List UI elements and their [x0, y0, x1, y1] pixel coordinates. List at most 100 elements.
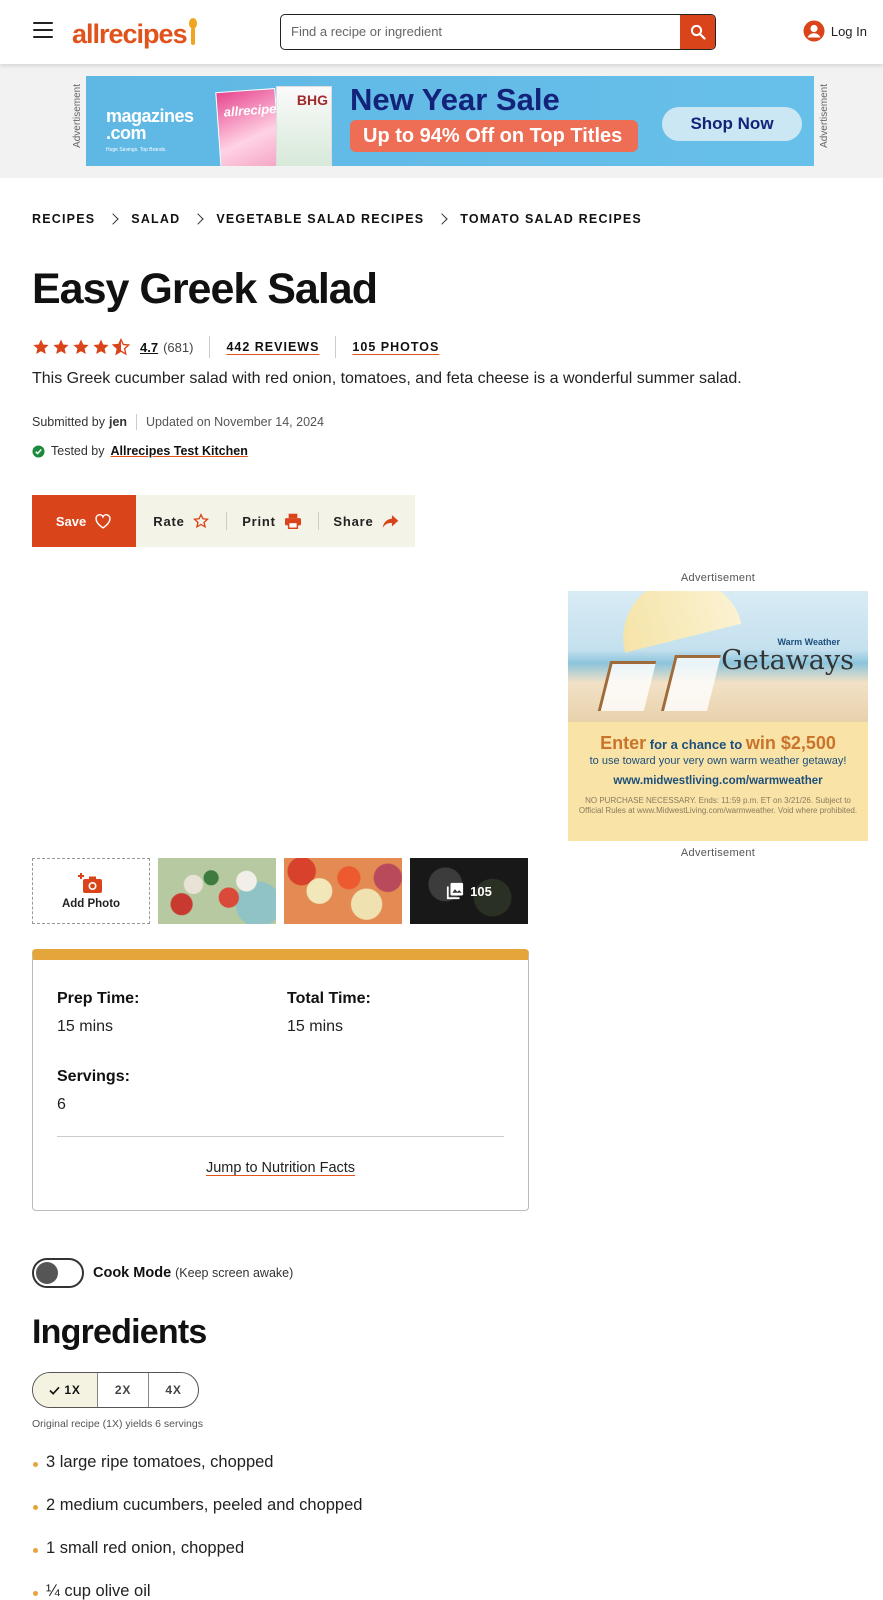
spoon-icon: [188, 18, 198, 46]
heart-icon: [95, 514, 111, 529]
recipe-title: Easy Greek Salad: [32, 265, 378, 313]
search-button[interactable]: [680, 15, 715, 49]
recipe-photo-thumbnail[interactable]: [158, 858, 276, 924]
servings-label: Servings:: [57, 1068, 130, 1085]
search-icon: [690, 24, 706, 40]
ad-label-right: Advertisement: [819, 84, 830, 148]
chevron-right-icon: [436, 213, 448, 225]
jump-to-nutrition-link[interactable]: Jump to Nutrition Facts: [33, 1160, 528, 1176]
breadcrumb-recipes[interactable]: RECIPES: [32, 212, 95, 226]
recipe-details-card: Prep Time: 15 mins Total Time: 15 mins S…: [32, 949, 529, 1211]
ingredient-text: 3 large ripe tomatoes, chopped: [46, 1453, 274, 1471]
yields-note: Original recipe (1X) yields 6 servings: [32, 1418, 203, 1430]
cook-mode: Cook Mode (Keep screen awake): [32, 1258, 293, 1288]
bullet-icon: [33, 1505, 38, 1510]
verified-check-icon: [32, 444, 45, 458]
recipe-description: This Greek cucumber salad with red onion…: [32, 370, 742, 387]
search-input[interactable]: [281, 15, 681, 48]
breadcrumb: RECIPES SALAD VEGETABLE SALAD RECIPES TO…: [32, 212, 642, 226]
scale-2x-button[interactable]: 2X: [97, 1373, 148, 1407]
rate-label: Rate: [153, 513, 185, 529]
breadcrumb-vegetable-salad[interactable]: VEGETABLE SALAD RECIPES: [216, 212, 424, 226]
add-camera-icon: [78, 873, 102, 893]
ad-label: Advertisement: [680, 572, 756, 584]
prep-time-value: 15 mins: [57, 1018, 114, 1035]
share-button[interactable]: Share: [318, 495, 414, 547]
shop-now-button[interactable]: Shop Now: [662, 107, 802, 141]
magazine-covers: allrecipes BHG: [215, 84, 332, 166]
ingredient-item: 1 small red onion, chopped: [32, 1539, 362, 1582]
breadcrumb-salad[interactable]: SALAD: [131, 212, 180, 226]
ad-win: win $2,500: [745, 733, 836, 753]
divider: [136, 414, 138, 430]
tested-prefix: Tested by: [51, 444, 105, 458]
recipe-photo-thumbnail[interactable]: [284, 858, 402, 924]
ad-for-chance: for a chance to: [646, 737, 746, 752]
star-full-icon: [53, 339, 69, 354]
rating-row: 4.7 (681) 442 REVIEWS 105 PHOTOS: [32, 336, 455, 358]
photo-strip: Add Photo 105: [32, 858, 528, 924]
gallery-icon: [447, 882, 464, 900]
scale-1x-button[interactable]: 1X: [33, 1373, 97, 1407]
ad-fine-print: NO PURCHASE NECESSARY. Ends: 11:59 p.m. …: [578, 796, 858, 815]
printer-icon: [284, 513, 301, 529]
ad-enter: Enter: [600, 733, 647, 753]
hamburger-menu-icon[interactable]: [33, 22, 53, 38]
scale-1x-label: 1X: [64, 1383, 81, 1397]
ingredient-item: ¼ cup olive oil: [32, 1582, 362, 1600]
search-bar: [280, 14, 716, 50]
total-time-value: 15 mins: [287, 1018, 344, 1035]
reviews-link[interactable]: 442 REVIEWS: [226, 340, 319, 354]
total-time: Total Time: 15 mins: [287, 990, 371, 1036]
login-link[interactable]: Log In: [803, 20, 867, 42]
top-ad-banner[interactable]: magazines .com Huge Savings. Top Brands. a…: [86, 76, 814, 166]
bullet-icon: [33, 1462, 38, 1467]
more-photos-button[interactable]: 105: [410, 858, 528, 924]
bullet-icon: [33, 1548, 38, 1553]
print-button[interactable]: Print: [226, 495, 318, 547]
rate-button[interactable]: Rate: [136, 495, 226, 547]
photos-link[interactable]: 105 PHOTOS: [352, 340, 439, 354]
ad-copy: Enter for a chance to win $2,500 to use …: [568, 722, 868, 841]
ad-title: Getaways: [721, 645, 854, 676]
star-full-icon: [73, 339, 89, 354]
rating-value[interactable]: 4.7: [140, 340, 158, 355]
ingredient-item: 2 medium cucumbers, peeled and chopped: [32, 1496, 362, 1539]
ingredients-heading: Ingredients: [32, 1313, 207, 1351]
ad-headline: New Year Sale: [350, 82, 560, 117]
scale-4x-button[interactable]: 4X: [148, 1373, 198, 1407]
photo-count: 105: [470, 883, 492, 899]
save-button[interactable]: Save: [32, 495, 136, 547]
rating-count: (681): [163, 339, 194, 355]
star-full-icon: [33, 339, 49, 354]
add-photo-label: Add Photo: [61, 898, 121, 910]
site-header: allrecipes Log In: [0, 0, 883, 64]
ingredient-text: 1 small red onion, chopped: [46, 1539, 245, 1557]
tested-badge: Tested by Allrecipes Test Kitchen: [32, 444, 248, 458]
chevron-right-icon: [107, 213, 119, 225]
add-photo-button[interactable]: Add Photo: [32, 858, 150, 924]
ingredient-list: 3 large ripe tomatoes, chopped 2 medium …: [32, 1453, 362, 1600]
star-outline-icon: [192, 513, 209, 529]
ad-offer: Up to 94% Off on Top Titles: [350, 120, 638, 152]
prep-time: Prep Time: 15 mins: [57, 990, 139, 1036]
breadcrumb-tomato-salad[interactable]: TOMATO SALAD RECIPES: [460, 212, 642, 226]
total-time-label: Total Time:: [287, 990, 371, 1007]
side-ad[interactable]: Warm Weather Getaways Enter for a chance…: [568, 591, 868, 841]
servings: Servings: 6: [57, 1068, 130, 1114]
ingredient-text: ¼ cup olive oil: [46, 1582, 151, 1600]
allrecipes-logo[interactable]: allrecipes: [72, 14, 198, 50]
ad-label: Advertisement: [680, 847, 756, 859]
star-full-icon: [93, 339, 109, 354]
bullet-icon: [33, 1591, 38, 1596]
cook-mode-toggle[interactable]: [32, 1258, 84, 1288]
cook-mode-sub: (Keep screen awake): [175, 1266, 294, 1280]
logo-text: allrecipes: [72, 19, 188, 49]
divider: [335, 336, 337, 358]
share-arrow-icon: [382, 514, 398, 528]
ad-label-left: Advertisement: [72, 84, 83, 148]
serving-scale-selector: 1X 2X 4X: [32, 1372, 199, 1408]
star-rating[interactable]: [32, 338, 130, 356]
magazine-cover-image: allrecipes: [215, 88, 284, 166]
test-kitchen-link[interactable]: Allrecipes Test Kitchen: [111, 444, 248, 458]
